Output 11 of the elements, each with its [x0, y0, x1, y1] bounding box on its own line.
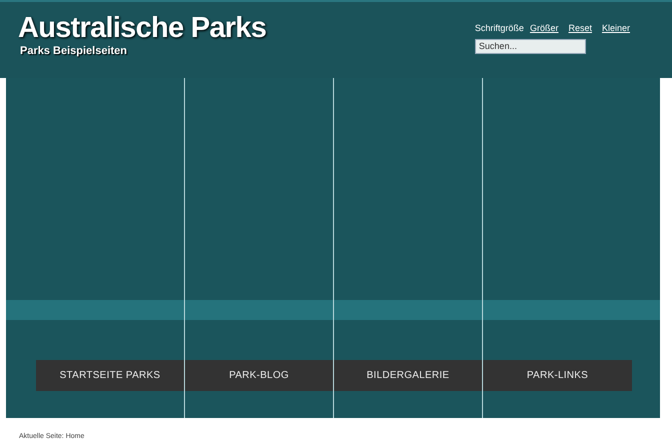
nav-item[interactable]: STARTSEITE PARKS — [36, 360, 184, 391]
search-field[interactable]: Suchen... — [474, 38, 586, 54]
nav-item[interactable]: PARK-LINKS — [483, 360, 632, 391]
site-subtitle: Parks Beispielseiten — [19, 44, 128, 58]
nav-item[interactable]: PARK-BLOG — [185, 360, 333, 391]
font-size-label: Schriftgröße — [474, 22, 524, 35]
font-size-link[interactable]: Reset — [568, 22, 592, 36]
font-size-link[interactable]: Größer — [530, 22, 558, 36]
nav-item[interactable]: BILDERGALERIE — [334, 360, 482, 391]
font-size-link[interactable]: Kleiner — [602, 22, 630, 36]
site-title: Australische Parks — [18, 12, 266, 44]
